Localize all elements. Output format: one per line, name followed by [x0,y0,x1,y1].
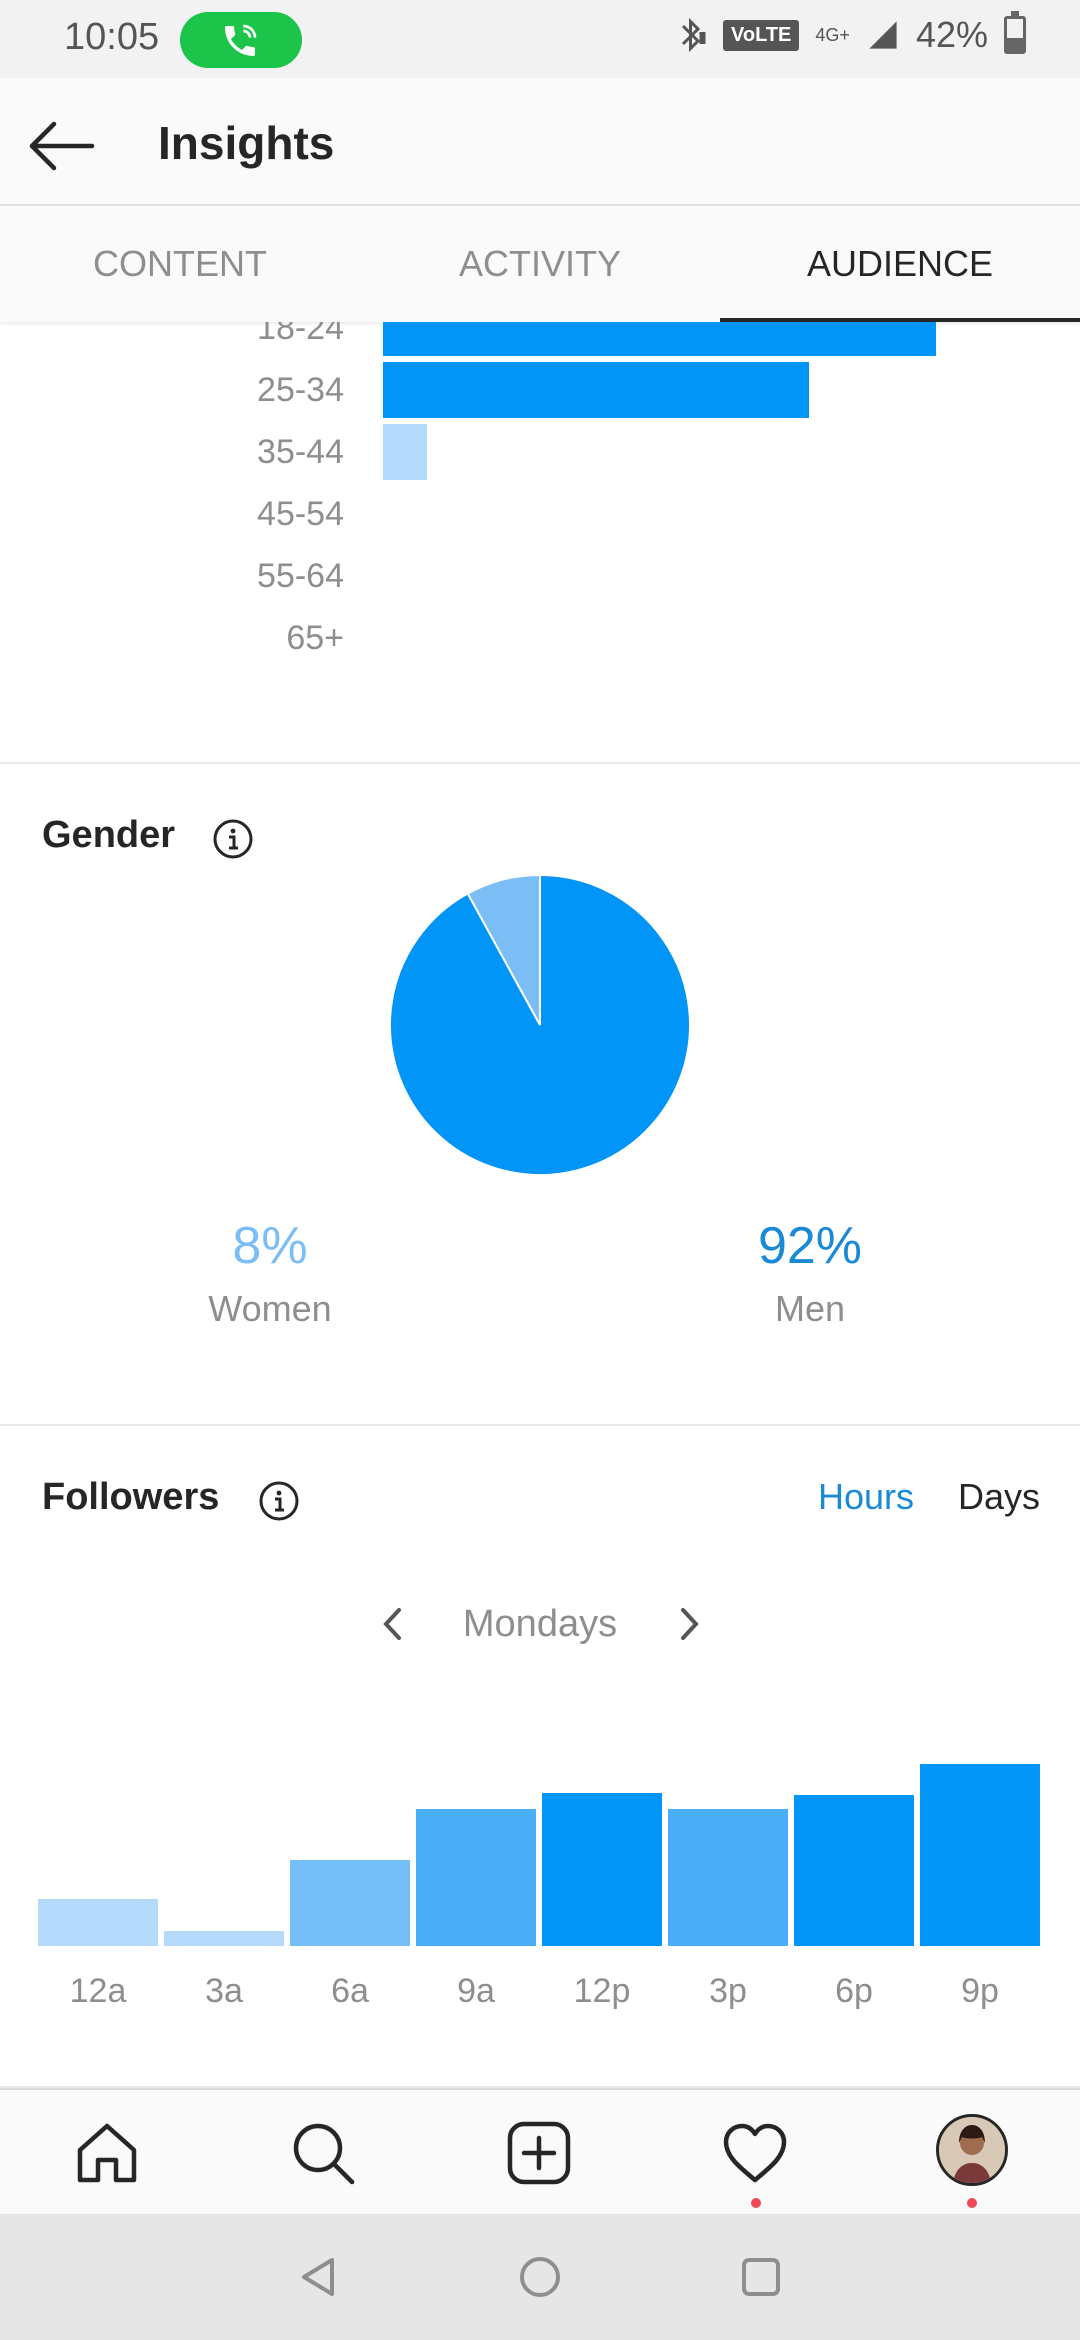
battery-fill [1007,37,1023,51]
age-range-row: 25-34 [0,362,1080,418]
profile-notification-dot [967,2198,977,2208]
followers-hour-label: 9a [457,1972,495,2010]
status-icons: VoLTE 4G+ 42% [677,11,1026,56]
back-arrow-icon[interactable] [24,108,100,184]
gender-pie-chart [389,874,691,1176]
ongoing-call-pill[interactable] [180,12,302,68]
age-range-label: 45-54 [257,495,344,533]
day-label: Mondays [462,1603,618,1645]
insights-tabs: CONTENT ACTIVITY AUDIENCE [0,206,1080,322]
age-range-label: 55-64 [257,557,344,595]
chevron-right-icon[interactable] [666,1602,710,1646]
tab-content[interactable]: CONTENT [0,206,360,322]
men-label: Men [774,1288,846,1329]
followers-bar[interactable] [794,1795,914,1946]
followers-hour-label: 9p [961,1972,999,2010]
app-bar: Insights [0,78,1080,206]
age-range-label: 35-44 [257,433,344,471]
tab-activity[interactable]: ACTIVITY [360,206,720,322]
days-toggle[interactable]: Days [958,1476,1040,1518]
age-range-label: 25-34 [257,371,344,409]
women-percentage: 8% [232,1217,308,1275]
battery-icon [1004,11,1026,54]
home-circle-icon[interactable] [517,2254,563,2300]
followers-hour-label: 6p [835,1972,873,2010]
followers-bar[interactable] [38,1899,158,1946]
age-range-label: 65+ [286,619,344,657]
signal-icon [869,21,897,49]
followers-hour-label: 3p [709,1972,747,2010]
followers-hour-label: 12a [69,1972,127,2010]
age-range-bar[interactable] [383,424,427,480]
recents-square-icon[interactable] [738,2254,784,2300]
system-navigation-bar [0,2214,1080,2340]
followers-bar[interactable] [668,1809,788,1946]
bottom-navigation [0,2088,1080,2214]
page-title: Insights [158,117,335,169]
age-range-row: 65+ [0,610,1080,666]
followers-bar[interactable] [416,1809,536,1946]
activity-heart-icon[interactable] [718,2116,792,2190]
avatar-image [939,2117,1005,2183]
network-type: 4G+ [815,24,850,45]
men-percentage: 92% [757,1217,863,1275]
followers-title: Followers [42,1476,220,1518]
status-time: 10:05 [64,16,160,58]
info-icon[interactable] [212,818,254,860]
women-label: Women [208,1288,332,1329]
back-triangle-icon[interactable] [296,2254,342,2300]
gender-title: Gender [42,814,176,856]
age-range-label: 18-24 [257,322,344,347]
search-icon[interactable] [286,2116,360,2190]
age-range-bar[interactable] [383,362,809,418]
bluetooth-icon [681,17,706,53]
volte-badge: VoLTE [723,19,800,51]
followers-bar[interactable] [542,1793,662,1946]
age-range-section: 18-24 25-34 35-44 45-54 55-64 65+ [0,322,1080,764]
status-bar: 10:05 VoLTE 4G+ 42% [0,0,1080,78]
battery-percent: 42% [915,14,988,55]
followers-hour-label: 12p [573,1972,631,2010]
tab-audience[interactable]: AUDIENCE [720,206,1080,322]
profile-avatar[interactable] [936,2114,1008,2186]
followers-bar[interactable] [290,1860,410,1946]
followers-bar[interactable] [164,1931,284,1946]
followers-hours-chart: 12a 3a 6a 9a 12p 3p 6p 9p [38,1688,1042,2018]
age-range-row: 55-64 [0,548,1080,604]
activity-notification-dot [751,2198,761,2208]
age-range-bar[interactable] [383,322,936,356]
phone-call-icon [225,24,257,56]
followers-hour-label: 3a [205,1972,243,2010]
home-icon[interactable] [70,2116,144,2190]
info-icon[interactable] [258,1480,300,1522]
followers-bar[interactable] [920,1764,1040,1946]
new-post-icon[interactable] [502,2116,576,2190]
hours-toggle[interactable]: Hours [818,1476,914,1518]
age-range-row: 45-54 [0,486,1080,542]
day-selector: Mondays [0,1594,1080,1654]
followers-section: Followers Hours Days Mondays 12a 3a 6a 9a 12… [0,1428,1080,2088]
gender-section: Gender 8% Women 92% Men [0,766,1080,1426]
followers-hour-label: 6a [331,1972,369,2010]
age-range-row: 18-24 [0,322,1080,356]
age-range-row: 35-44 [0,424,1080,480]
